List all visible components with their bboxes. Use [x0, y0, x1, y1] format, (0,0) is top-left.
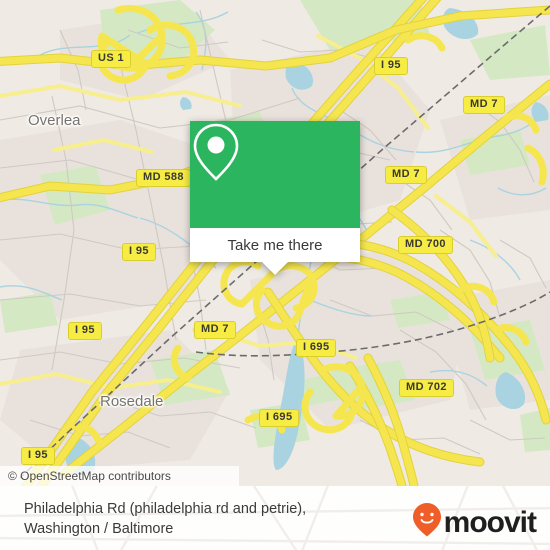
road-shield-us-1: US 1 [91, 50, 132, 68]
road-shield-md-588: MD 588 [136, 169, 191, 187]
road-shield-md-7: MD 7 [463, 96, 505, 114]
take-me-there-button[interactable]: Take me there [190, 228, 360, 275]
location-info-card[interactable]: Take me there [190, 121, 360, 275]
location-title-line-1: Philadelphia Rd (philadelphia rd and pet… [24, 501, 307, 517]
footer-bar: Philadelphia Rd (philadelphia rd and pet… [0, 486, 550, 550]
map-canvas[interactable]: .wat{fill:#a9d3e0} .watline{stroke:#a9d3… [0, 0, 550, 486]
road-shield-i-695: I 695 [296, 339, 337, 357]
location-title: Philadelphia Rd (philadelphia rd and pet… [24, 499, 384, 539]
road-shield-i-95: I 95 [374, 57, 408, 75]
road-shield-md-7: MD 7 [194, 321, 236, 339]
road-shield-md-700: MD 700 [398, 236, 453, 254]
road-shield-md-7: MD 7 [385, 166, 427, 184]
place-label: Rosedale [100, 393, 164, 410]
road-shield-md-702: MD 702 [399, 379, 454, 397]
road-shield-i-695: I 695 [259, 409, 300, 427]
road-shield-i-95: I 95 [122, 243, 156, 261]
place-label: Overlea [28, 112, 81, 129]
road-shield-i-95: I 95 [68, 322, 102, 340]
osm-attribution[interactable]: © OpenStreetMap contributors [0, 466, 239, 486]
take-me-there-label: Take me there [227, 236, 323, 254]
location-title-line-2: Washington / Baltimore [24, 521, 174, 537]
moovit-logo: moovit [412, 502, 537, 543]
road-shield-i-95: I 95 [21, 447, 55, 465]
osm-attribution-text: © OpenStreetMap contributors [8, 469, 171, 483]
moovit-wordmark: moovit [443, 505, 537, 539]
card-icon-panel [190, 121, 360, 228]
card-pointer-tail [262, 262, 288, 275]
map-screenshot: .wat{fill:#a9d3e0} .watline{stroke:#a9d3… [0, 0, 550, 550]
moovit-pin-icon [412, 502, 442, 543]
